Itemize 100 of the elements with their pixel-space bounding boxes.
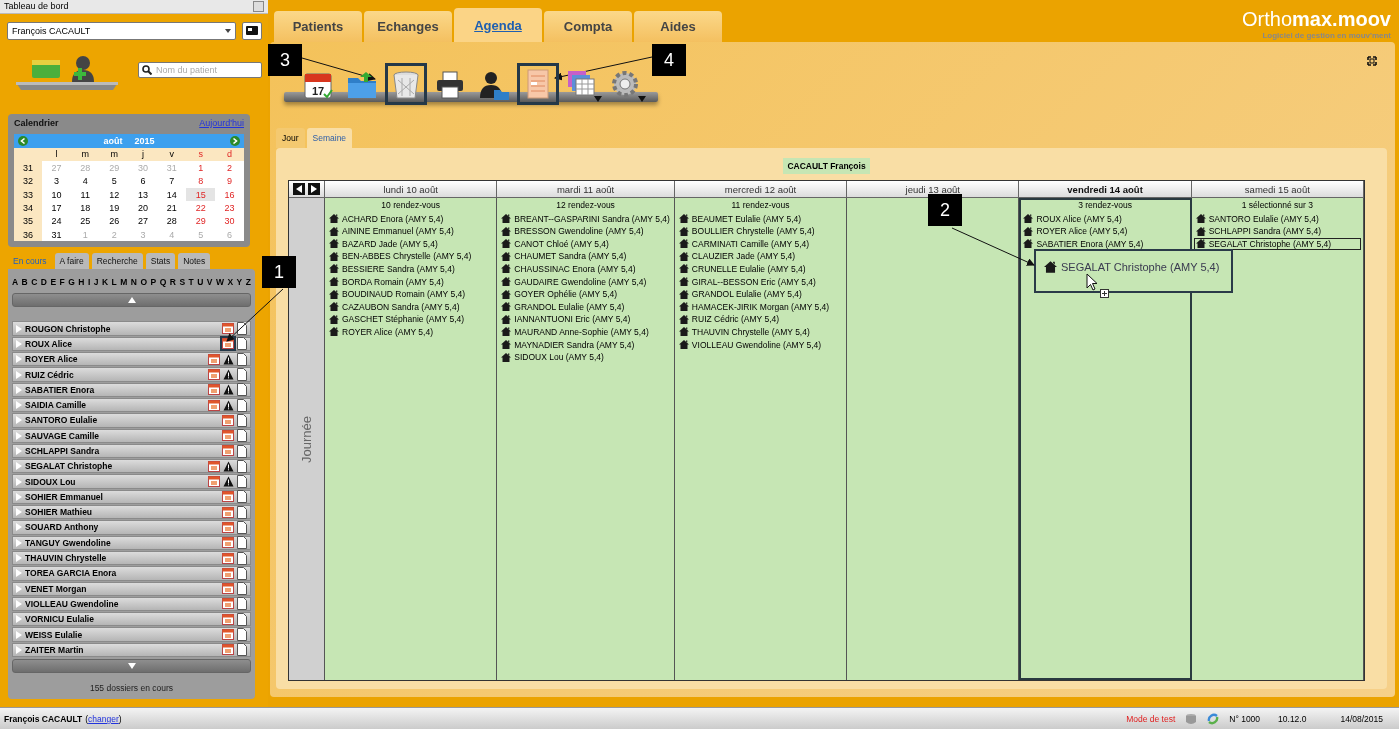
document-icon[interactable]: [237, 337, 247, 351]
document-icon[interactable]: [237, 352, 247, 366]
appointment[interactable]: BESSIERE Sandra (AMY 5,4): [328, 263, 456, 274]
search-field[interactable]: Nom du patient: [138, 61, 262, 78]
patient-row[interactable]: ROYER Alice: [12, 352, 251, 367]
main-tab[interactable]: Aides: [634, 11, 722, 42]
sidebar-tab[interactable]: Recherche: [91, 253, 143, 270]
user-select[interactable]: François CACAULT: [7, 21, 236, 40]
calendar-day[interactable]: 21: [157, 201, 187, 215]
letter-link[interactable]: N: [130, 277, 137, 288]
calendar-day[interactable]: 23: [215, 201, 244, 215]
document-icon[interactable]: [237, 597, 247, 611]
document-icon[interactable]: [237, 368, 247, 381]
letter-link[interactable]: B: [21, 277, 28, 288]
appointment[interactable]: GRANDOL Eulalie (AMY 5,4): [500, 301, 626, 312]
appointment[interactable]: BORDA Romain (AMY 5,4): [328, 276, 445, 287]
calendar-day[interactable]: 19: [99, 201, 129, 215]
document-icon[interactable]: [237, 582, 247, 596]
letter-link[interactable]: A: [12, 277, 19, 288]
calendar-day[interactable]: 17: [42, 201, 71, 215]
patient-row[interactable]: ZAITER Martin: [12, 642, 251, 657]
patient-row[interactable]: SABATIER Enora: [12, 382, 251, 397]
letter-link[interactable]: P: [150, 277, 157, 288]
calendar-day[interactable]: 22: [186, 201, 216, 215]
patient-row[interactable]: TANGUY Gwendoline: [12, 535, 251, 550]
patient-row[interactable]: WEISS Eulalie: [12, 627, 251, 642]
document-icon[interactable]: [237, 322, 247, 336]
form-tool-button[interactable]: [520, 66, 556, 102]
day-header[interactable]: mardi 11 août: [497, 181, 675, 198]
letter-link[interactable]: I: [87, 277, 91, 288]
calendar-day[interactable]: 2: [215, 161, 244, 175]
letter-link[interactable]: J: [93, 277, 99, 288]
letter-link[interactable]: K: [102, 277, 109, 288]
appointment[interactable]: SANTORO Eulalie (AMY 5,4): [1194, 213, 1320, 224]
sidebar-tab[interactable]: A faire: [54, 253, 89, 270]
appointment[interactable]: MAURAND Anne-Sophie (AMY 5,4): [500, 326, 650, 337]
calendar-day[interactable]: 29: [186, 214, 216, 229]
appointment[interactable]: CHAUMET Sandra (AMY 5,4): [500, 251, 628, 262]
document-icon[interactable]: [237, 505, 247, 519]
calendar-tool-button[interactable]: 17: [300, 66, 336, 102]
patient-row[interactable]: THAUVIN Chrystelle: [12, 550, 251, 566]
document-icon[interactable]: [237, 628, 247, 642]
patient-row[interactable]: SAIDIA Camille: [12, 397, 251, 413]
document-icon[interactable]: [237, 521, 247, 534]
main-tab[interactable]: Compta: [544, 11, 632, 42]
calendar-day[interactable]: 10: [42, 187, 71, 202]
calendar-day[interactable]: 12: [99, 187, 129, 202]
letter-link[interactable]: W: [215, 277, 224, 288]
document-icon[interactable]: [237, 398, 247, 412]
appointment[interactable]: CLAUZIER Jade (AMY 5,4): [677, 251, 797, 262]
appointment[interactable]: ROYER Alice (AMY 5,4): [1022, 226, 1129, 237]
appointment[interactable]: SEGALAT Christophe (AMY 5,4): [1194, 238, 1360, 249]
patient-row[interactable]: VORNICU Eulalie: [12, 612, 251, 627]
calendar-day[interactable]: 14: [157, 187, 187, 202]
calendar-day[interactable]: 27: [128, 214, 158, 229]
appointment[interactable]: HAMACEK-JIRIK Morgan (AMY 5,4): [677, 301, 831, 312]
previous-week-button[interactable]: [293, 183, 305, 195]
calendar-day[interactable]: 28: [157, 214, 187, 229]
main-tab[interactable]: Echanges: [364, 11, 452, 42]
calendar-day[interactable]: 25: [70, 214, 100, 229]
calendar-day[interactable]: 20: [128, 201, 158, 215]
letter-link[interactable]: Y: [236, 277, 243, 288]
calendar-day[interactable]: 1: [186, 161, 216, 175]
sidebar-tab[interactable]: Notes: [178, 253, 211, 270]
card-reader-button[interactable]: [242, 21, 262, 40]
patient-row[interactable]: ROUGON Christophe: [12, 321, 251, 336]
appointment[interactable]: VIOLLEAU Gwendoline (AMY 5,4): [677, 339, 823, 350]
change-user-link[interactable]: changer: [88, 714, 119, 724]
calendar-day[interactable]: 3: [42, 174, 71, 188]
letter-link[interactable]: R: [169, 277, 176, 288]
appointment[interactable]: CRUNELLE Eulalie (AMY 5,4): [677, 263, 807, 274]
calendar-day[interactable]: 9: [215, 174, 244, 188]
calendar-day[interactable]: 31: [42, 228, 71, 242]
close-icon[interactable]: [253, 0, 264, 12]
letter-link[interactable]: L: [111, 277, 117, 288]
calendar-day[interactable]: 18: [70, 201, 100, 215]
letter-link[interactable]: G: [68, 277, 75, 288]
letter-link[interactable]: E: [50, 277, 57, 288]
appointment[interactable]: CANOT Chloé (AMY 5,4): [500, 238, 610, 249]
appointment[interactable]: ROYER Alice (AMY 5,4): [328, 326, 434, 337]
patient-row[interactable]: VIOLLEAU Gwendoline: [12, 596, 251, 612]
document-icon[interactable]: [237, 429, 247, 443]
appointment[interactable]: GRANDOL Eulalie (AMY 5,4): [677, 289, 803, 300]
patient-row[interactable]: SOHIER Emmanuel: [12, 489, 251, 505]
patient-row[interactable]: SAUVAGE Camille: [12, 428, 251, 443]
day-header[interactable]: vendredi 14 août: [1019, 181, 1192, 198]
appointment[interactable]: BEAUMET Eulalie (AMY 5,4): [677, 213, 803, 224]
appointment[interactable]: THAUVIN Chrystelle (AMY 5,4): [677, 326, 811, 337]
appointment[interactable]: AININE Emmanuel (AMY 5,4): [328, 226, 455, 237]
appointment[interactable]: BOULLIER Chrystelle (AMY 5,4): [677, 226, 816, 237]
patient-row[interactable]: ROUX Alice: [12, 336, 251, 352]
document-icon[interactable]: [237, 551, 247, 565]
patient-row[interactable]: TOREA GARCIA Enora: [12, 566, 251, 581]
appointment[interactable]: CAZAUBON Sandra (AMY 5,4): [328, 301, 461, 312]
appointment[interactable]: RUIZ Cédric (AMY 5,4): [677, 314, 781, 325]
sidebar-tab[interactable]: Stats: [145, 253, 176, 270]
letter-link[interactable]: H: [78, 277, 85, 288]
calendar-day[interactable]: 4: [70, 174, 100, 188]
document-icon[interactable]: [237, 612, 247, 626]
appointment[interactable]: GOYER Ophélie (AMY 5,4): [500, 289, 619, 300]
